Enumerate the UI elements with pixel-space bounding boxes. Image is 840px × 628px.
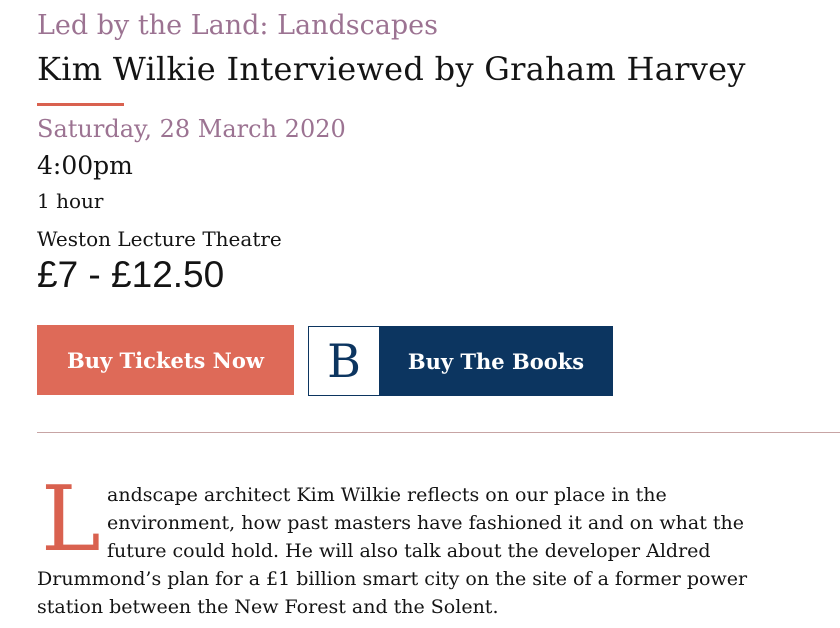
event-series: Led by the Land: Landscapes [37,10,438,41]
accent-divider [37,103,124,106]
event-price: £7 - £12.50 [37,254,225,295]
section-divider [37,432,840,433]
description-line: Drummond’s plan for a £1 billion smart c… [37,568,748,590]
bookshop-logo-letter: B [327,334,361,388]
event-date: Saturday, 28 March 2020 [37,115,346,143]
description-line: environment, how past masters have fashi… [107,512,744,534]
drop-cap: L [41,467,101,572]
buy-tickets-button[interactable]: Buy Tickets Now [37,325,294,395]
description-line: station between the New Forest and the S… [37,596,499,618]
event-duration: 1 hour [37,189,104,213]
buy-books-button[interactable]: B Buy The Books [308,326,613,396]
description-line: andscape architect Kim Wilkie reflects o… [107,484,667,506]
page-title: Kim Wilkie Interviewed by Graham Harvey [37,50,746,88]
description-line: future could hold. He will also talk abo… [107,540,711,562]
event-venue: Weston Lecture Theatre [37,227,282,251]
bookshop-logo-icon: B [309,327,379,395]
buy-tickets-label: Buy Tickets Now [67,347,264,373]
event-time: 4:00pm [37,151,133,180]
buy-books-label: Buy The Books [407,348,585,374]
